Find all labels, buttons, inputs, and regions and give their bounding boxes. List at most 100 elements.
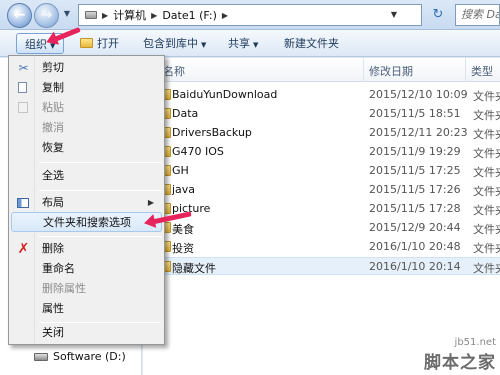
computer-icon	[85, 11, 97, 19]
menu-item-folder-options[interactable]: 文件夹和搜索选项	[11, 212, 162, 232]
table-row[interactable]: 美食 2015/12/9 20:44 文件夹	[143, 219, 500, 237]
menu-item-remove-properties[interactable]: 删除属性	[11, 279, 162, 299]
share-button[interactable]: 共享 ▼	[228, 33, 258, 54]
command-bar: 组织▼ 打开 包含到库中▼ 共享▼ 新建文件夹	[0, 30, 500, 57]
file-date: 2015/11/5 18:51	[369, 107, 461, 120]
breadcrumb-chevron-icon[interactable]: ▶	[222, 11, 228, 20]
open-label: 打开	[97, 37, 119, 50]
menu-item-label: 粘贴	[42, 101, 64, 114]
file-name: 美食	[172, 223, 194, 236]
address-dropdown-icon[interactable]: ▼	[391, 7, 397, 23]
file-date: 2015/11/5 17:26	[369, 183, 461, 196]
column-name[interactable]: 名称	[163, 63, 185, 79]
file-type: 文件夹	[473, 147, 500, 160]
table-row[interactable]: Data 2015/11/5 18:51 文件夹	[143, 105, 500, 123]
file-date: 2016/1/10 20:48	[369, 240, 461, 253]
address-input[interactable]: ▶ 计算机 ▶ Date1 (F:) ▶ ▼	[78, 4, 422, 26]
menu-item-redo[interactable]: 恢复	[11, 138, 162, 158]
file-type: 文件夹	[473, 262, 500, 275]
file-date: 2015/12/11 20:23	[369, 126, 468, 139]
menu-item-label: 文件夹和搜索选项	[43, 216, 131, 229]
menu-item-label: 撤消	[42, 121, 64, 134]
drive-icon	[34, 352, 48, 361]
file-date: 2016/1/10 20:14	[369, 260, 461, 273]
table-row[interactable]: java 2015/11/5 17:26 文件夹	[143, 181, 500, 199]
watermark-brand: 脚本之家	[424, 353, 496, 373]
menu-item-label: 复制	[42, 81, 64, 94]
column-header: 名称 修改日期 类型	[143, 58, 500, 82]
search-input[interactable]: 搜索 Da	[455, 4, 500, 26]
menu-item-properties[interactable]: 属性	[11, 299, 162, 319]
column-divider[interactable]	[363, 58, 364, 82]
recent-pages-dropdown-icon[interactable]: ▼	[62, 7, 72, 21]
submenu-arrow-icon: ▶	[147, 198, 154, 207]
chevron-down-icon: ▼	[201, 41, 207, 49]
folder-icon	[80, 38, 93, 48]
breadcrumb-computer[interactable]: 计算机	[113, 7, 146, 23]
share-label: 共享	[228, 37, 250, 50]
table-row[interactable]: GH 2015/11/5 17:25 文件夹	[143, 162, 500, 180]
menu-item-label: 关闭	[42, 326, 64, 339]
file-name: BaiduYunDownload	[172, 88, 278, 101]
menu-item-delete[interactable]: ✗ 删除	[11, 239, 162, 259]
table-row[interactable]: BaiduYunDownload 2015/12/10 10:09 文件夹	[143, 86, 500, 104]
file-type: 文件夹	[473, 90, 500, 103]
file-type: 文件夹	[473, 204, 500, 217]
column-divider[interactable]	[465, 58, 466, 82]
menu-item-cut[interactable]: ✂ 剪切	[11, 58, 162, 78]
layout-icon	[17, 198, 29, 208]
paste-icon	[18, 102, 28, 113]
column-type[interactable]: 类型	[471, 63, 493, 79]
open-button[interactable]: 打开	[80, 33, 119, 54]
menu-item-rename[interactable]: 重命名	[11, 259, 162, 279]
file-date: 2015/11/9 19:29	[369, 145, 461, 158]
file-name: GH	[172, 164, 189, 177]
file-name: 投资	[172, 242, 194, 255]
table-row[interactable]: 投资 2016/1/10 20:48 文件夹	[143, 238, 500, 256]
include-label: 包含到库中	[143, 37, 198, 50]
watermark-site: jb51.net	[454, 337, 496, 348]
file-date: 2015/12/10 10:09	[369, 88, 468, 101]
menu-item-label: 恢复	[42, 141, 64, 154]
menu-item-select-all[interactable]: 全选	[11, 166, 162, 186]
menu-item-label: 属性	[42, 302, 64, 315]
table-row[interactable]: picture2015/11/5 17:28文件夹	[143, 200, 500, 218]
menu-item-copy[interactable]: 复制	[11, 78, 162, 98]
file-type: 文件夹	[473, 185, 500, 198]
file-type: 文件夹	[473, 109, 500, 122]
organize-menu: ✂ 剪切 复制 粘贴 撤消 恢复 全选 布局 ▶ 文件夹和搜索选项 ✗ 删除 重…	[8, 55, 165, 345]
menu-item-paste[interactable]: 粘贴	[11, 98, 162, 118]
menu-item-close[interactable]: 关闭	[11, 323, 162, 343]
forward-button[interactable]: →	[34, 3, 59, 28]
file-type: 文件夹	[473, 223, 500, 236]
chevron-down-icon: ▼	[253, 41, 259, 49]
table-row[interactable]: G470 IOS 2015/11/9 19:29 文件夹	[143, 143, 500, 161]
menu-item-label: 布局	[42, 196, 64, 209]
menu-separator	[39, 236, 161, 237]
file-type: 文件夹	[473, 166, 500, 179]
file-name: G470 IOS	[172, 145, 224, 158]
breadcrumb-chevron-icon[interactable]: ▶	[151, 11, 157, 20]
nav-item-software-drive[interactable]: Software (D:)	[34, 350, 126, 363]
scissors-icon: ✂	[18, 61, 29, 75]
menu-item-undo[interactable]: 撤消	[11, 118, 162, 138]
table-row[interactable]: 隐藏文件 2016/1/10 20:14 文件夹	[143, 257, 500, 275]
include-in-library-button[interactable]: 包含到库中 ▼	[143, 33, 206, 54]
file-name: java	[172, 183, 196, 196]
new-folder-button[interactable]: 新建文件夹	[284, 33, 339, 54]
file-name: Data	[172, 107, 199, 120]
copy-icon	[18, 82, 27, 93]
column-date-modified[interactable]: 修改日期	[369, 63, 413, 79]
menu-item-label: 全选	[42, 169, 64, 182]
table-row[interactable]: DriversBackup 2015/12/11 20:23 文件夹	[143, 124, 500, 142]
refresh-icon[interactable]: ↻	[429, 6, 447, 24]
nav-item-label: Software (D:)	[53, 350, 126, 363]
menu-item-layout[interactable]: 布局 ▶	[11, 193, 162, 213]
back-button[interactable]: ←	[7, 3, 32, 28]
file-date: 2015/11/5 17:25	[369, 164, 461, 177]
menu-item-label: 删除	[42, 242, 64, 255]
breadcrumb-chevron-icon[interactable]: ▶	[102, 11, 108, 20]
address-bar: ← → ▼ ▶ 计算机 ▶ Date1 (F:) ▶ ▼ ↻ 搜索 Da	[0, 0, 500, 30]
file-date: 2015/12/9 20:44	[369, 221, 461, 234]
breadcrumb-drive[interactable]: Date1 (F:)	[162, 9, 217, 22]
